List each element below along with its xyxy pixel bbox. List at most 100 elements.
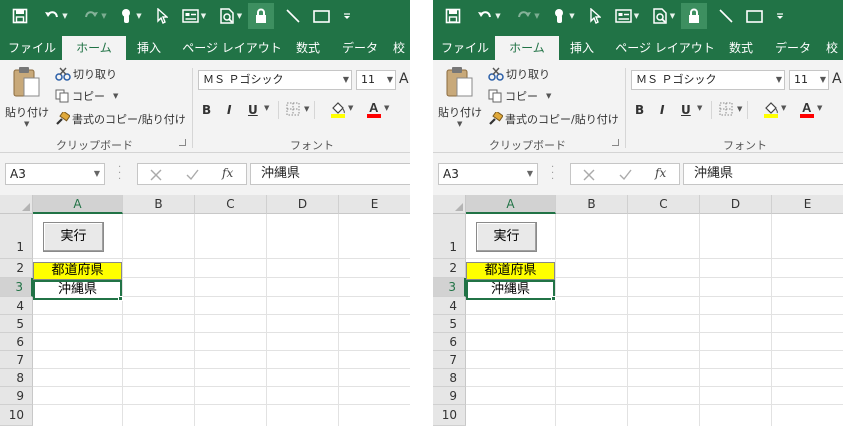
tab-review[interactable]: 校 (392, 36, 406, 60)
formula-bar-resize-handle[interactable]: · · · (551, 163, 554, 185)
redo-button[interactable]: ▼ (80, 3, 110, 29)
border-button[interactable]: ▼ (719, 102, 742, 116)
tab-file[interactable]: ファイル (8, 36, 56, 60)
cell-a3-active[interactable]: 沖縄県 (33, 280, 122, 300)
row-header-10[interactable]: 10 (0, 405, 33, 426)
tab-review[interactable]: 校 (825, 36, 839, 60)
row-header-1[interactable]: 1 (0, 214, 33, 259)
draw-line-button[interactable] (282, 3, 304, 29)
protect-sheet-button[interactable] (248, 3, 274, 29)
cell-a2[interactable]: 都道府県 (33, 262, 122, 280)
row-header-7[interactable]: 7 (0, 351, 33, 369)
row-header-3[interactable]: 3 (433, 278, 466, 297)
name-box[interactable]: A3 ▼ (438, 163, 538, 185)
tab-home[interactable]: ホーム (62, 36, 126, 60)
cut-button[interactable]: 切り取り (488, 65, 550, 83)
row-header-6[interactable]: 6 (433, 333, 466, 351)
underline-button[interactable]: U (681, 103, 691, 117)
column-header-c[interactable]: C (195, 195, 267, 214)
copy-dropdown-icon[interactable]: ▼ (546, 92, 551, 100)
draw-line-button[interactable] (715, 3, 737, 29)
select-objects-button[interactable] (152, 3, 172, 29)
row-header-5[interactable]: 5 (0, 315, 33, 333)
cell-a3-active[interactable]: 沖縄県 (466, 280, 555, 300)
bold-button[interactable]: B (635, 103, 644, 117)
bold-button[interactable]: B (202, 103, 211, 117)
protect-sheet-button[interactable] (681, 3, 707, 29)
tab-page-layout[interactable]: ページ レイアウト (611, 36, 719, 60)
fill-color-button[interactable]: ▼ (763, 100, 786, 118)
row-header-2[interactable]: 2 (0, 259, 33, 278)
column-header-c[interactable]: C (628, 195, 700, 214)
underline-button[interactable]: U (248, 103, 258, 117)
select-objects-button[interactable] (585, 3, 605, 29)
save-button[interactable] (10, 3, 30, 29)
row-header-8[interactable]: 8 (433, 369, 466, 387)
row-header-5[interactable]: 5 (433, 315, 466, 333)
name-box[interactable]: A3 ▼ (5, 163, 105, 185)
font-size-select[interactable]: 11 ▼ (789, 70, 829, 90)
tab-formulas[interactable]: 数式 (723, 36, 759, 60)
formula-input[interactable]: 沖縄県 (683, 163, 843, 185)
row-header-2[interactable]: 2 (433, 259, 466, 278)
column-header-a[interactable]: A (33, 195, 123, 214)
row-header-4[interactable]: 4 (0, 297, 33, 315)
redo-button[interactable]: ▼ (513, 3, 543, 29)
row-header-6[interactable]: 6 (0, 333, 33, 351)
column-header-d[interactable]: D (700, 195, 772, 214)
row-header-7[interactable]: 7 (433, 351, 466, 369)
form-button[interactable]: ▼ (178, 3, 210, 29)
run-button[interactable]: 実行 (43, 222, 104, 252)
cancel-icon[interactable] (583, 169, 595, 181)
select-all-button[interactable] (0, 195, 33, 214)
print-preview-button[interactable]: ▼ (216, 3, 246, 29)
tab-home[interactable]: ホーム (495, 36, 559, 60)
grow-font-button[interactable]: A (399, 71, 409, 87)
select-all-button[interactable] (433, 195, 466, 214)
insert-function-button[interactable]: fx (222, 166, 233, 180)
font-color-button[interactable]: A ▼ (366, 100, 389, 118)
underline-dropdown-icon[interactable]: ▼ (264, 104, 269, 112)
font-color-button[interactable]: A ▼ (799, 100, 822, 118)
paste-dropdown-icon[interactable]: ▼ (457, 120, 462, 128)
underline-dropdown-icon[interactable]: ▼ (697, 104, 702, 112)
column-header-b[interactable]: B (556, 195, 628, 214)
row-header-8[interactable]: 8 (0, 369, 33, 387)
cancel-icon[interactable] (150, 169, 162, 181)
tab-insert[interactable]: 挿入 (134, 36, 164, 60)
column-header-d[interactable]: D (267, 195, 339, 214)
fill-handle[interactable] (551, 296, 556, 301)
column-header-b[interactable]: B (123, 195, 195, 214)
undo-dropdown-icon[interactable]: ▼ (62, 12, 67, 20)
font-name-select[interactable]: ＭＳ Ｐゴシック ▼ (198, 70, 352, 90)
enter-icon[interactable] (186, 169, 199, 181)
font-name-select[interactable]: ＭＳ Ｐゴシック ▼ (631, 70, 785, 90)
customize-qat-button[interactable] (340, 3, 354, 29)
font-size-select[interactable]: 11 ▼ (356, 70, 396, 90)
paste-button[interactable]: 貼り付け ▼ (5, 66, 49, 134)
touch-mode-button[interactable]: ▼ (549, 3, 579, 29)
copy-button[interactable]: コピー ▼ (55, 87, 118, 105)
italic-button[interactable]: I (227, 103, 231, 117)
tab-page-layout[interactable]: ページ レイアウト (178, 36, 286, 60)
save-button[interactable] (443, 3, 463, 29)
undo-button[interactable]: ▼ (473, 3, 505, 29)
insert-function-button[interactable]: fx (655, 166, 666, 180)
column-header-a[interactable]: A (466, 195, 556, 214)
italic-button[interactable]: I (660, 103, 664, 117)
enter-icon[interactable] (619, 169, 632, 181)
formula-bar-resize-handle[interactable]: · · · (118, 163, 121, 185)
row-header-10[interactable]: 10 (433, 405, 466, 426)
tab-insert[interactable]: 挿入 (567, 36, 597, 60)
cell-a2[interactable]: 都道府県 (466, 262, 555, 280)
fill-handle[interactable] (118, 296, 123, 301)
format-painter-button[interactable]: 書式のコピー/貼り付け (488, 110, 619, 128)
draw-rectangle-button[interactable] (310, 3, 332, 29)
paste-dropdown-icon[interactable]: ▼ (24, 120, 29, 128)
copy-button[interactable]: コピー ▼ (488, 87, 551, 105)
touch-mode-button[interactable]: ▼ (116, 3, 146, 29)
run-button[interactable]: 実行 (476, 222, 537, 252)
customize-qat-button[interactable] (773, 3, 787, 29)
tab-data[interactable]: データ (773, 36, 813, 60)
cut-button[interactable]: 切り取り (55, 65, 117, 83)
